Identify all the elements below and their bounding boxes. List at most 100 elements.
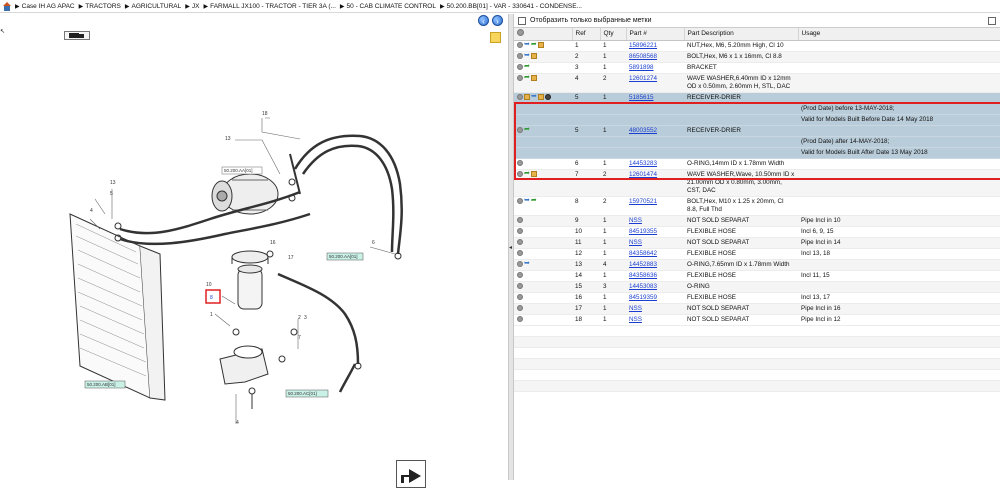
breadcrumb-item[interactable]: ▶ 50.200.BB[01] - VAR - 330641 - CONDENSE… [440,3,582,10]
exploded-diagram[interactable]: 18 13 13 5 4 16 17 10 1 2 7 4 6 3 50.200… [0,14,508,480]
table-row[interactable]: ➦ 7 2 12601474 WAVE WASHER,Wave, 10.50mm ID … [514,169,1000,197]
table-subrow[interactable]: (Prod Date) before 13-MAY-2018; [514,103,1000,115]
part-number-link[interactable]: 15970521 [629,198,657,205]
part-number-link[interactable]: 14453283 [629,160,657,167]
part-number-link[interactable]: NSS [629,305,642,312]
table-row[interactable]: 9 1 NSS NOT SOLD SEPARAT Pipe Incl in 10 [514,215,1000,227]
breadcrumb-item[interactable]: ▶ TRACTORS [79,3,121,10]
show-selected-only-checkbox[interactable] [518,16,526,25]
cell-part-number[interactable]: 12601274 [626,73,684,93]
table-row[interactable]: 10 1 84519355 FLEXIBLE HOSE Incl 6, 9, 15 [514,226,1000,238]
package-icon[interactable] [524,93,530,100]
cell-part-number[interactable]: 48003552 [626,125,684,137]
header-ref[interactable]: Ref [572,28,601,41]
header-description[interactable]: Part Description [684,28,799,41]
breadcrumb-item[interactable]: ▶ 50 - CAB CLIMATE CONTROL [340,3,436,10]
part-number-link[interactable]: 84519359 [629,294,657,301]
replace-arrow-icon[interactable]: ➥ [531,93,537,100]
table-row[interactable]: ➦ 4 2 12601274 WAVE WASHER,6.40mm ID x 12mm … [514,73,1000,93]
breadcrumb-item[interactable]: ▶ Case IH AG APAC [15,3,75,10]
cell-part-number[interactable]: 15970521 [626,196,684,216]
add-circle-icon[interactable] [517,93,523,100]
cell-part-number[interactable]: 14453283 [626,158,684,170]
part-number-link[interactable]: 84358636 [629,272,657,279]
table-row[interactable]: 17 1 NSS NOT SOLD SEPARAT Pipe Incl in 16 [514,303,1000,315]
table-row[interactable]: ➦ 3 1 5891898 BRACKET [514,62,1000,74]
part-number-link[interactable]: 14453083 [629,283,657,290]
cell-part-number[interactable]: 12601474 [626,169,684,197]
part-number-link[interactable]: 5185615 [629,94,654,101]
add-circle-icon[interactable] [517,126,523,133]
replace-arrow-icon[interactable]: ➥ [524,41,530,48]
cell-part-number[interactable]: 5185615 [626,92,684,104]
add-circle-icon[interactable] [517,315,523,322]
cell-part-number[interactable]: 84519359 [626,292,684,304]
header-qty[interactable]: Qty [600,28,627,41]
package-icon[interactable] [530,52,537,59]
go-arrow-icon[interactable]: ➦ [524,74,530,81]
add-circle-icon[interactable] [517,282,523,289]
table-row[interactable]: 16 1 84519359 FLEXIBLE HOSE Incl 13, 17 [514,292,1000,304]
popout-icon[interactable] [988,17,996,25]
table-row[interactable]: ➦ 5 1 48003552 RECEIVER-DRIER [514,125,1000,137]
package-icon[interactable] [530,170,537,177]
cell-part-number[interactable]: 15896221 [626,40,684,52]
add-circle-icon[interactable] [517,304,523,311]
cell-part-number[interactable]: 84358636 [626,270,684,282]
part-number-link[interactable]: 5891898 [629,64,654,71]
add-circle-icon[interactable] [517,249,523,256]
go-arrow-icon[interactable]: ➦ [531,41,537,48]
cell-part-number[interactable]: 84358642 [626,248,684,260]
pointer-button[interactable] [396,460,426,488]
cell-part-number[interactable]: NSS [626,215,684,227]
table-row[interactable]: 6 1 14453283 O-RING,14mm ID x 1.78mm Width [514,158,1000,170]
cell-part-number[interactable]: 14452883 [626,259,684,271]
cell-part-number[interactable]: 86508568 [626,51,684,63]
part-number-link[interactable]: 12601274 [629,75,657,82]
table-row[interactable]: 15 3 14453083 O-RING [514,281,1000,293]
replace-arrow-icon[interactable]: ➥ [524,52,530,59]
cell-part-number[interactable]: 84519355 [626,226,684,238]
table-row[interactable]: ➥ 2 1 86508568 BOLT,Hex, M6 x 1 x 16mm, Cl 8… [514,51,1000,63]
header-usage[interactable]: Usage [798,28,1000,41]
add-circle-icon[interactable] [517,41,523,48]
cell-part-number[interactable]: 14453083 [626,281,684,293]
gear-icon[interactable] [544,93,551,100]
go-arrow-icon[interactable]: ➦ [531,197,537,204]
add-circle-icon[interactable] [517,271,523,278]
part-number-link[interactable]: 86508568 [629,53,657,60]
add-circle-icon[interactable] [517,238,523,245]
table-row[interactable]: 18 1 NSS NOT SOLD SEPARAT Pipe Incl in 12 [514,314,1000,326]
part-number-link[interactable]: 14452883 [629,261,657,268]
cell-part-number[interactable]: NSS [626,314,684,326]
part-number-link[interactable]: 15896221 [629,42,657,49]
splitter-grip-icon[interactable]: ◂ [509,244,512,251]
table-subrow[interactable]: Valid for Models Built Before Date 14 Ma… [514,114,1000,126]
go-arrow-icon[interactable]: ➦ [524,63,530,70]
part-number-link[interactable]: 12601474 [629,171,657,178]
breadcrumb-item[interactable]: ▶ AGRICULTURAL [125,3,181,10]
add-circle-icon[interactable] [517,52,523,59]
add-circle-icon[interactable] [517,216,523,223]
package-icon[interactable] [537,41,544,48]
part-number-link[interactable]: NSS [629,316,642,323]
replace-arrow-icon[interactable]: ➥ [524,260,530,267]
header-part-number[interactable]: Part # [626,28,685,41]
part-number-link[interactable]: 84519355 [629,228,657,235]
package-icon[interactable] [537,93,544,100]
table-row[interactable]: ➥➦ 1 1 15896221 NUT,Hex, M6, 5.20mm High, Cl… [514,40,1000,52]
table-subrow[interactable]: Valid for Models Built After Date 13 May… [514,147,1000,159]
cell-part-number[interactable]: NSS [626,237,684,249]
replace-arrow-icon[interactable]: ➥ [524,197,530,204]
add-circle-icon[interactable] [517,29,524,37]
part-number-link[interactable]: 48003552 [629,127,657,134]
table-row[interactable]: ➥ 5 1 5185615 RECEIVER-DRIER [514,92,1000,104]
table-subrow[interactable]: (Prod Date) after 14-MAY-2018; [514,136,1000,148]
table-row[interactable]: ➥ 13 4 14452883 O-RING,7.65mm ID x 1.78mm Wi… [514,259,1000,271]
cell-part-number[interactable]: NSS [626,303,684,315]
table-row[interactable]: 14 1 84358636 FLEXIBLE HOSE Incl 11, 15 [514,270,1000,282]
table-row[interactable]: 12 1 84358642 FLEXIBLE HOSE Incl 13, 18 [514,248,1000,260]
go-arrow-icon[interactable]: ➦ [524,170,530,177]
add-circle-icon[interactable] [517,170,523,177]
add-circle-icon[interactable] [517,63,523,70]
